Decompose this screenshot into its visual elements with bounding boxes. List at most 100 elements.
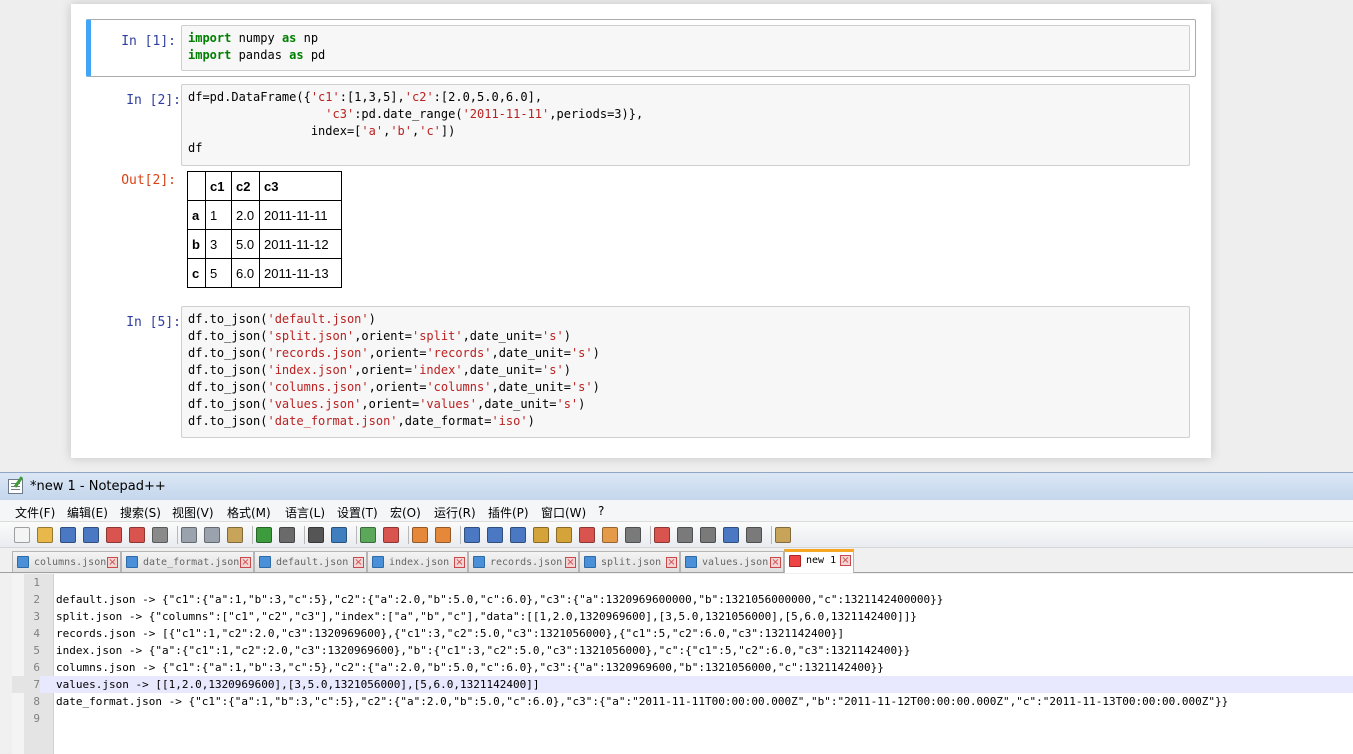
find-icon[interactable] xyxy=(308,527,324,543)
udl-icon[interactable] xyxy=(533,527,549,543)
code-token: as xyxy=(289,48,304,62)
tab-index-json[interactable]: index.json × xyxy=(367,551,468,572)
table-row: c 5 6.0 2011-11-13 xyxy=(187,258,342,288)
new-file-icon[interactable] xyxy=(14,527,30,543)
editor-line[interactable]: 1 xyxy=(12,574,1353,591)
code-token: pd xyxy=(303,48,326,62)
menu-file[interactable]: 文件(F) xyxy=(15,504,55,521)
replace-icon[interactable] xyxy=(331,527,347,543)
editor-line[interactable]: 2 default.json -> {"c1":{"a":1,"b":3,"c":… xyxy=(12,591,1353,608)
tab-records-json[interactable]: records.json × xyxy=(468,551,579,572)
close-all-icon[interactable] xyxy=(129,527,145,543)
tab-split-json[interactable]: split.json × xyxy=(579,551,680,572)
tab-close-icon[interactable]: × xyxy=(353,557,364,568)
toolbar xyxy=(0,522,1353,548)
tab-default-json[interactable]: default.json × xyxy=(254,551,367,572)
code-input[interactable]: df.to_json('default.json') df.to_json('sp… xyxy=(181,306,1190,438)
tab-close-icon[interactable]: × xyxy=(454,557,465,568)
show-all-chars-icon[interactable] xyxy=(487,527,503,543)
tab-columns-json[interactable]: columns.json × xyxy=(12,551,121,572)
saved-file-icon xyxy=(259,556,271,568)
close-icon[interactable] xyxy=(106,527,122,543)
table-cell: 2011-11-12 xyxy=(259,229,342,259)
text-editor[interactable]: 1 2 default.json -> {"c1":{"a":1,"b":3,"c"… xyxy=(12,574,1353,754)
sync-horizontal-icon[interactable] xyxy=(435,527,451,543)
code-line: df=pd.DataFrame({'c1':[1,3,5],'c2':[2.0,… xyxy=(188,89,1183,106)
save-macro-icon[interactable] xyxy=(746,527,762,543)
column-header: c1 xyxy=(205,171,232,201)
code-token: ,date_unit= xyxy=(462,363,543,377)
editor-line[interactable]: 4 records.json -> [{"c1":1,"c2":2.0,"c3":… xyxy=(12,625,1353,642)
print-icon[interactable] xyxy=(152,527,168,543)
tab-label: values.json xyxy=(702,557,769,568)
function-list-icon[interactable] xyxy=(579,527,595,543)
tab-close-icon[interactable]: × xyxy=(770,557,781,568)
indent-guide-icon[interactable] xyxy=(510,527,526,543)
zoom-out-icon[interactable] xyxy=(383,527,399,543)
menu-window[interactable]: 窗口(W) xyxy=(541,504,586,521)
code-token: ) xyxy=(563,363,571,377)
redo-icon[interactable] xyxy=(279,527,295,543)
code-token: '2011-11-11' xyxy=(462,107,550,121)
run-macro-multiple-icon[interactable] xyxy=(723,527,739,543)
code-input[interactable]: import numpy as np import pandas as pd xyxy=(181,25,1190,71)
input-prompt: In [5]: xyxy=(126,315,181,330)
code-cell-2[interactable]: In [2]: df=pd.DataFrame({'c1':[1,3,5],'c… xyxy=(91,84,1191,166)
doc-map-icon[interactable] xyxy=(556,527,572,543)
open-file-icon[interactable] xyxy=(37,527,53,543)
tab-close-icon[interactable]: × xyxy=(666,557,677,568)
word-wrap-icon[interactable] xyxy=(464,527,480,543)
table-cell: 2011-11-13 xyxy=(259,258,342,288)
line-text: index.json -> {"a":{"c1":1,"c2":2.0,"c3"… xyxy=(56,644,911,657)
code-token: 'date_format.json' xyxy=(267,414,398,428)
tab-close-icon[interactable]: × xyxy=(240,557,251,568)
code-token: ) xyxy=(592,380,600,394)
menu-edit[interactable]: 编辑(E) xyxy=(67,504,108,521)
code-token: df.to_json( xyxy=(188,397,268,411)
editor-line[interactable]: 6 columns.json -> {"c1":{"a":1,"b":3,"c":… xyxy=(12,659,1353,676)
copy-icon[interactable] xyxy=(204,527,220,543)
zoom-in-icon[interactable] xyxy=(360,527,376,543)
menu-plugins[interactable]: 插件(P) xyxy=(488,504,529,521)
title-bar[interactable]: *new 1 - Notepad++ xyxy=(0,473,1353,500)
menu-language[interactable]: 语言(L) xyxy=(285,504,325,521)
menu-search[interactable]: 搜索(S) xyxy=(120,504,161,521)
saved-file-icon xyxy=(584,556,596,568)
stop-record-icon[interactable] xyxy=(677,527,693,543)
tab-new-1[interactable]: new 1 × xyxy=(784,549,854,573)
menu-help[interactable]: ? xyxy=(598,504,604,518)
menu-macro[interactable]: 宏(O) xyxy=(390,504,421,521)
sync-vertical-icon[interactable] xyxy=(412,527,428,543)
tab-close-icon[interactable]: × xyxy=(840,555,851,566)
code-line: df.to_json('date_format.json',date_forma… xyxy=(188,413,1183,430)
record-macro-icon[interactable] xyxy=(654,527,670,543)
menu-view[interactable]: 视图(V) xyxy=(172,504,214,521)
editor-line[interactable]: 5 index.json -> {"a":{"c1":1,"c2":2.0,"c3… xyxy=(12,642,1353,659)
tab-date-format-json[interactable]: date_format.json × xyxy=(121,551,254,572)
editor-line[interactable]: 8 date_format.json -> {"c1":{"a":1,"b":3,… xyxy=(12,693,1353,710)
paste-icon[interactable] xyxy=(227,527,243,543)
menu-run[interactable]: 运行(R) xyxy=(434,504,476,521)
monitoring-icon[interactable] xyxy=(625,527,641,543)
tab-close-icon[interactable]: × xyxy=(565,557,576,568)
folder-workspace-icon[interactable] xyxy=(602,527,618,543)
tab-values-json[interactable]: values.json × xyxy=(680,551,784,572)
code-token: ) xyxy=(592,346,600,360)
undo-icon[interactable] xyxy=(256,527,272,543)
play-macro-icon[interactable] xyxy=(700,527,716,543)
editor-line[interactable]: 3 split.json -> {"columns":["c1","c2","c3… xyxy=(12,608,1353,625)
save-all-icon[interactable] xyxy=(83,527,99,543)
editor-line[interactable]: 7 values.json -> [[1,2.0,1320969600],[3,5… xyxy=(12,676,1353,693)
code-cell-1[interactable]: In [1]: import numpy as np import pandas … xyxy=(86,19,1196,77)
menu-format[interactable]: 格式(M) xyxy=(227,504,271,521)
menu-settings[interactable]: 设置(T) xyxy=(337,504,378,521)
editor-line[interactable]: 9 xyxy=(12,710,1353,727)
tab-close-icon[interactable]: × xyxy=(107,557,118,568)
save-icon[interactable] xyxy=(60,527,76,543)
spell-check-icon[interactable] xyxy=(775,527,791,543)
code-input[interactable]: df=pd.DataFrame({'c1':[1,3,5],'c2':[2.0,… xyxy=(181,84,1190,166)
code-token: 'records' xyxy=(426,346,492,360)
code-cell-3[interactable]: In [5]: df.to_json('default.json') df.to_… xyxy=(91,306,1191,438)
cut-icon[interactable] xyxy=(181,527,197,543)
